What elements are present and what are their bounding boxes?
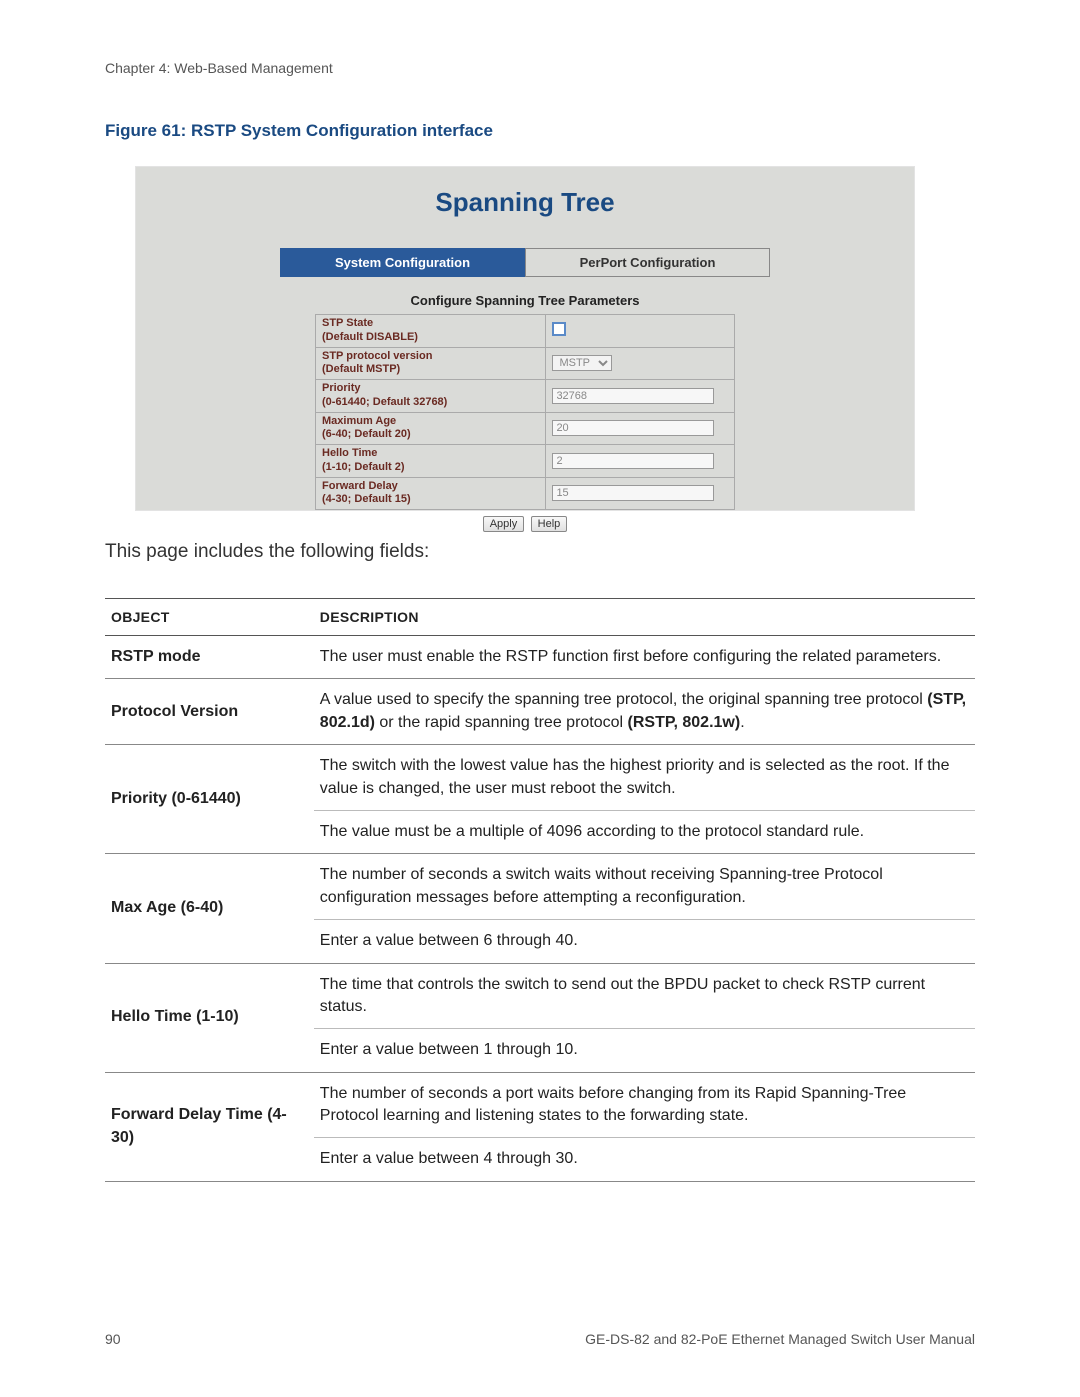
figure-caption: Figure 61: RSTP System Configuration int… — [105, 121, 975, 141]
desc-forward-delay-2: Enter a value between 4 through 30. — [314, 1138, 975, 1181]
page-number: 90 — [105, 1331, 121, 1347]
config-label: STP protocol version — [322, 350, 432, 362]
tab-system-configuration[interactable]: System Configuration — [280, 248, 525, 277]
help-button[interactable]: Help — [531, 516, 568, 532]
obj-max-age: Max Age (6-40) — [105, 854, 314, 963]
table-row: Hello Time (1-10) The time that controls… — [105, 963, 975, 1029]
config-label: Hello Time — [322, 447, 377, 459]
col-header-object: OBJECT — [105, 599, 314, 636]
config-label: Priority — [322, 382, 361, 394]
config-sublabel: (1-10; Default 2) — [322, 461, 405, 473]
table-row: Protocol Version A value used to specify… — [105, 679, 975, 745]
table-row: Max Age (6-40) The number of seconds a s… — [105, 854, 975, 920]
table-row: Forward Delay Time (4-30) The number of … — [105, 1072, 975, 1138]
config-row-stp-protocol: STP protocol version (Default MSTP) MSTP — [316, 347, 735, 380]
manual-title: GE-DS-82 and 82-PoE Ethernet Managed Swi… — [585, 1331, 975, 1347]
table-row: RSTP mode The user must enable the RSTP … — [105, 636, 975, 679]
desc-max-age-1: The number of seconds a switch waits wit… — [314, 854, 975, 920]
stp-state-checkbox[interactable] — [552, 322, 566, 336]
config-row-hello-time: Hello Time (1-10; Default 2) — [316, 445, 735, 478]
screenshot-panel: Spanning Tree System Configuration PerPo… — [135, 166, 915, 511]
desc-priority-2: The value must be a multiple of 4096 acc… — [314, 810, 975, 853]
stp-protocol-select[interactable]: MSTP — [552, 355, 612, 371]
desc-max-age-2: Enter a value between 6 through 40. — [314, 920, 975, 963]
forward-delay-input[interactable] — [552, 485, 714, 501]
config-label: Maximum Age — [322, 415, 396, 427]
config-sublabel: (4-30; Default 15) — [322, 493, 411, 505]
description-table: OBJECT DESCRIPTION RSTP mode The user mu… — [105, 598, 975, 1182]
config-sublabel: (6-40; Default 20) — [322, 428, 411, 440]
obj-priority: Priority (0-61440) — [105, 745, 314, 854]
obj-hello-time: Hello Time (1-10) — [105, 963, 314, 1072]
tab-row: System Configuration PerPort Configurati… — [280, 248, 770, 277]
apply-button[interactable]: Apply — [483, 516, 525, 532]
desc-priority-1: The switch with the lowest value has the… — [314, 745, 975, 811]
desc-forward-delay-1: The number of seconds a port waits befor… — [314, 1072, 975, 1138]
tab-perport-configuration[interactable]: PerPort Configuration — [525, 248, 770, 277]
hello-time-input[interactable] — [552, 453, 714, 469]
screenshot-title: Spanning Tree — [176, 187, 874, 218]
config-section-header: Configure Spanning Tree Parameters — [315, 289, 735, 314]
desc-hello-time-2: Enter a value between 1 through 10. — [314, 1029, 975, 1072]
obj-protocol-version: Protocol Version — [105, 679, 314, 745]
max-age-input[interactable] — [552, 420, 714, 436]
config-sublabel: (0-61440; Default 32768) — [322, 396, 447, 408]
priority-input[interactable] — [552, 388, 714, 404]
config-sublabel: (Default MSTP) — [322, 363, 400, 375]
obj-rstp-mode: RSTP mode — [105, 636, 314, 679]
desc-hello-time-1: The time that controls the switch to sen… — [314, 963, 975, 1029]
config-label: Forward Delay — [322, 480, 398, 492]
col-header-description: DESCRIPTION — [314, 599, 975, 636]
config-sublabel: (Default DISABLE) — [322, 331, 418, 343]
config-row-forward-delay: Forward Delay (4-30; Default 15) — [316, 477, 735, 510]
config-row-stp-state: STP State (Default DISABLE) — [316, 315, 735, 348]
config-table: STP State (Default DISABLE) STP protocol… — [315, 314, 735, 510]
chapter-header: Chapter 4: Web-Based Management — [105, 60, 975, 76]
table-row: Priority (0-61440) The switch with the l… — [105, 745, 975, 811]
desc-protocol-version: A value used to specify the spanning tre… — [314, 679, 975, 745]
config-row-max-age: Maximum Age (6-40; Default 20) — [316, 412, 735, 445]
page-footer: 90 GE-DS-82 and 82-PoE Ethernet Managed … — [105, 1331, 975, 1347]
config-row-priority: Priority (0-61440; Default 32768) — [316, 380, 735, 413]
config-label: STP State — [322, 317, 373, 329]
obj-forward-delay: Forward Delay Time (4-30) — [105, 1072, 314, 1181]
desc-rstp-mode: The user must enable the RSTP function f… — [314, 636, 975, 679]
intro-text: This page includes the following fields: — [105, 541, 975, 563]
